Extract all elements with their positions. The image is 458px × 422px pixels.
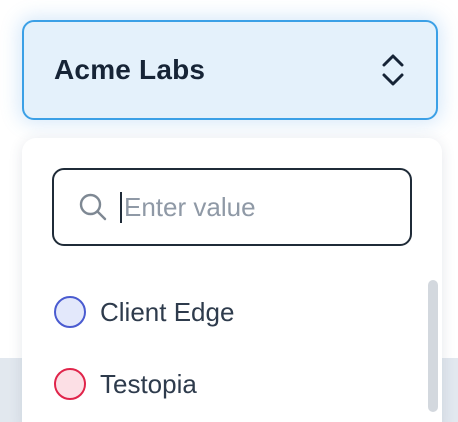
- option-client-edge[interactable]: Client Edge: [54, 296, 234, 328]
- search-box[interactable]: [52, 168, 412, 246]
- option-color-dot: [54, 296, 86, 328]
- selected-organization: Acme Labs: [54, 54, 206, 85]
- option-color-dot: [54, 368, 86, 400]
- option-label: Client Edge: [100, 296, 235, 327]
- chevron-up-down-icon: [382, 54, 404, 86]
- option-testopia[interactable]: Testopia: [54, 368, 197, 400]
- option-label: Testopia: [100, 368, 197, 399]
- search-icon: [79, 193, 107, 221]
- scrollbar[interactable]: [428, 280, 438, 412]
- dropdown-panel: Client Edge Testopia: [22, 138, 442, 422]
- search-input[interactable]: [120, 191, 384, 223]
- organization-select[interactable]: Acme Labs: [22, 20, 438, 120]
